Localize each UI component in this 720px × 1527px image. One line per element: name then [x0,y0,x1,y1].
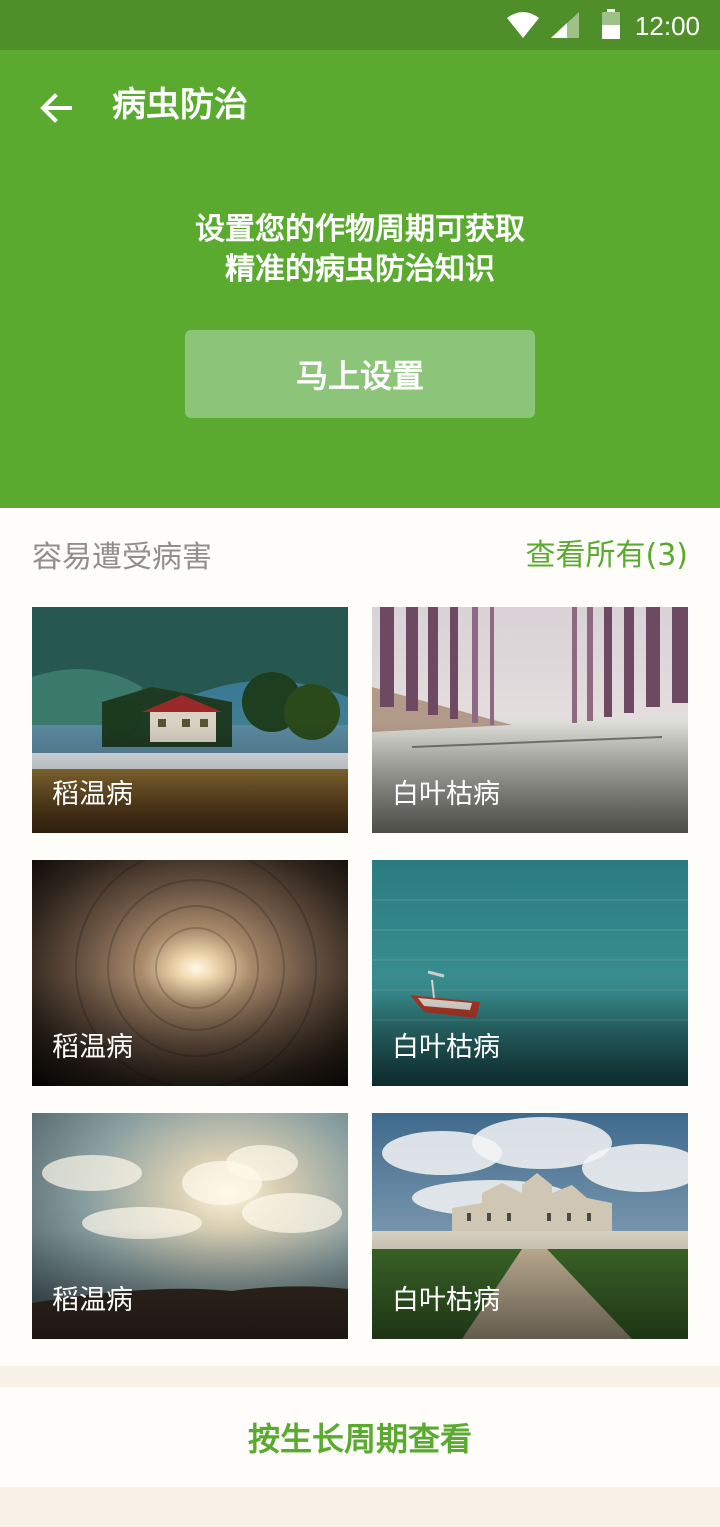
status-time: 12:00 [634,11,700,41]
card-label: 白叶枯病 [392,779,500,810]
status-bar: 12:00 [0,0,720,50]
card-label: 白叶枯病 [392,1032,500,1063]
card-label: 稻温病 [52,1285,133,1316]
view-all-link[interactable]: 查看所有(3) [526,536,689,576]
disease-section: 容易遭受病害 查看所有(3) 稻温病 白叶枯病 稻温病 白叶枯病 稻温病 白叶枯… [0,508,720,1366]
arrow-left-icon [40,93,72,123]
disease-card[interactable]: 稻温病 [32,607,348,833]
page-title: 病虫防治 [112,85,248,125]
battery-icon [602,9,620,39]
disease-card[interactable]: 白叶枯病 [372,860,688,1086]
intro-line-2: 精准的病虫防治知识 [225,252,495,287]
card-label: 稻温病 [52,1032,133,1063]
intro-text: 设置您的作物周期可获取 精准的病虫防治知识 [0,210,720,290]
view-by-growth-cycle-button[interactable]: 按生长周期查看 [0,1387,720,1487]
intro-line-1: 设置您的作物周期可获取 [195,212,525,247]
disease-card[interactable]: 白叶枯病 [372,1113,688,1339]
card-label: 稻温病 [52,779,133,810]
disease-card[interactable]: 稻温病 [32,860,348,1086]
header: 病虫防治 设置您的作物周期可获取 精准的病虫防治知识 马上设置 [0,50,720,508]
setup-now-button[interactable]: 马上设置 [185,330,535,418]
back-button[interactable] [30,82,82,134]
disease-card[interactable]: 稻温病 [32,1113,348,1339]
card-label: 白叶枯病 [392,1285,500,1316]
footer-button-label: 按生长周期查看 [247,1420,472,1458]
disease-card[interactable]: 白叶枯病 [372,607,688,833]
wifi-icon [507,12,539,38]
section-title: 容易遭受病害 [32,540,212,575]
signal-icon [551,12,579,38]
